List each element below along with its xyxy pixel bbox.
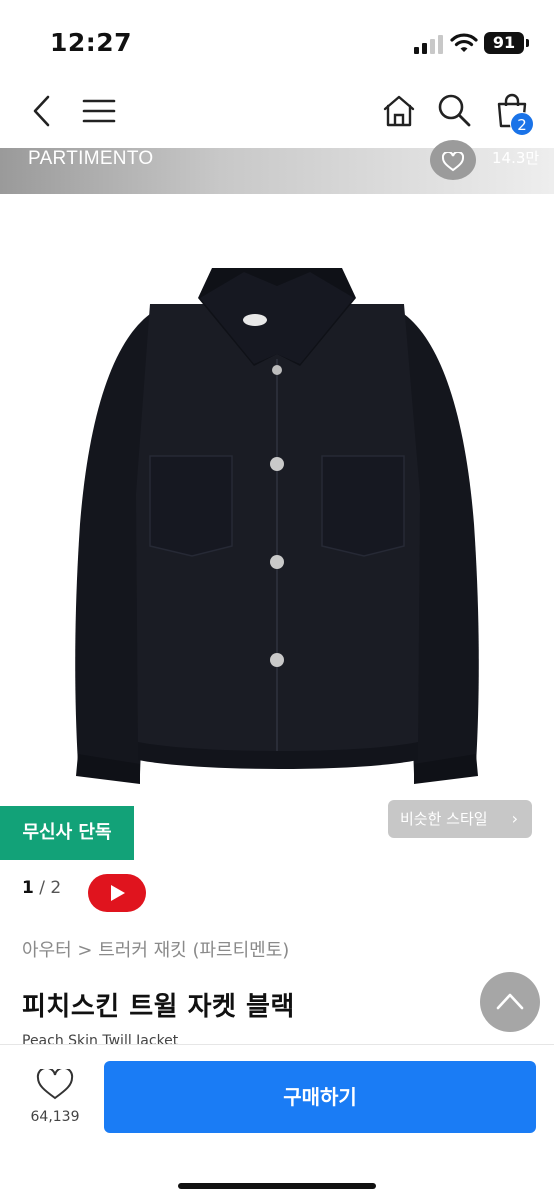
brand-name[interactable]: PARTIMENTO — [28, 148, 153, 170]
status-time: 12:27 — [50, 28, 133, 57]
battery-cap — [526, 39, 529, 47]
chevron-right-icon: › — [511, 809, 518, 828]
back-icon[interactable] — [28, 94, 56, 128]
menu-icon[interactable] — [82, 96, 116, 126]
brand-like-button[interactable] — [430, 140, 476, 180]
heart-icon — [36, 1069, 74, 1100]
battery-indicator: 91 — [484, 32, 524, 54]
category-breadcrumb[interactable]: 아우터 > 트러커 재킷 (파르티멘토) — [22, 936, 289, 962]
video-play-button[interactable] — [88, 874, 146, 912]
play-icon — [111, 885, 125, 901]
signal-icon — [414, 35, 443, 54]
product-subtitle: Peach Skin Twill Jacket — [22, 1033, 179, 1044]
buy-button[interactable]: 구매하기 — [104, 1061, 536, 1133]
similar-style-button[interactable]: 비슷한 스타일 › — [388, 800, 532, 838]
image-page-indicator: 1 / 2 — [22, 878, 61, 898]
search-icon[interactable] — [436, 92, 472, 128]
like-count: 64,139 — [30, 1109, 80, 1125]
current-page: 1 — [22, 878, 34, 898]
cart-count-badge: 2 — [510, 112, 534, 136]
wifi-icon — [450, 33, 478, 52]
heart-icon — [442, 152, 464, 172]
home-indicator — [178, 1183, 376, 1189]
brand-like-count: 14.3만 — [492, 149, 540, 167]
chevron-up-icon — [496, 993, 524, 1010]
like-button[interactable]: 64,139 — [26, 1069, 84, 1129]
scroll-to-top-button[interactable] — [480, 972, 540, 1032]
brand-strip[interactable]: PARTIMENTO 14.3만 — [0, 140, 554, 194]
page-separator: / — [39, 878, 51, 898]
product-title: 피치스킨 트윌 자켓 블랙 — [22, 992, 295, 1022]
similar-style-label: 비슷한 스타일 — [400, 810, 488, 828]
status-bar: 12:27 91 — [0, 0, 554, 86]
exclusive-badge: 무신사 단독 — [0, 806, 134, 860]
total-pages: 2 — [50, 878, 62, 898]
product-image[interactable] — [0, 194, 554, 806]
jacket-image — [75, 268, 479, 784]
bottom-action-bar: 64,139 구매하기 — [0, 1044, 554, 1200]
home-icon[interactable] — [382, 94, 416, 128]
nav-bar: 2 — [0, 86, 554, 148]
